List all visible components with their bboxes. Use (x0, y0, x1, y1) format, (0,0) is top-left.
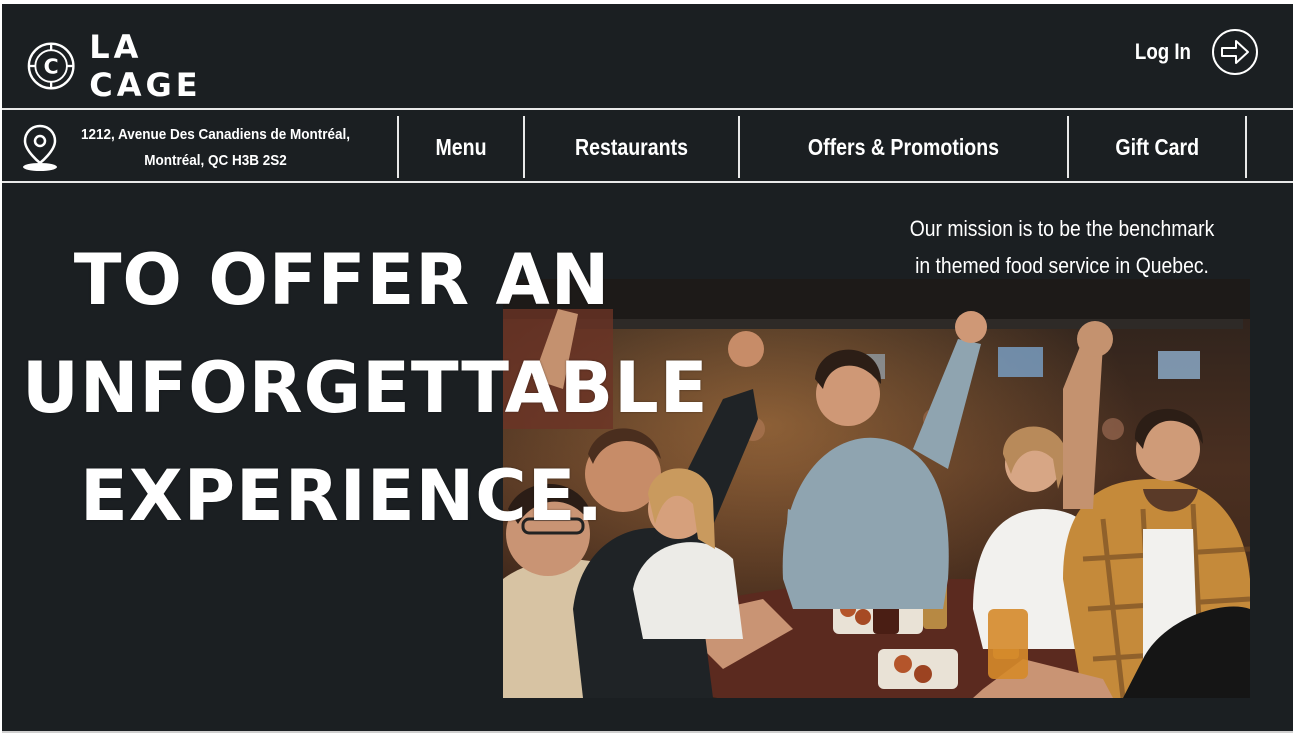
brand-logo[interactable]: C LA CAGE (27, 28, 257, 104)
mission-line-1: Our mission is to be the benchmark (909, 216, 1215, 241)
hero-headline-line-2: UNFORGETTABLE (22, 347, 709, 429)
address-line-2: Montréal, QC H3B 2S2 (144, 152, 287, 169)
hero-headline-line-1: TO OFFER AN (73, 239, 611, 321)
nav-item-offers-label: Offers & Promotions (807, 133, 1000, 160)
nav-item-menu[interactable]: Menu (399, 114, 523, 180)
nav-item-restaurants[interactable]: Restaurants (525, 114, 738, 180)
nav-item-gift-card-label: Gift Card (1115, 133, 1199, 160)
brand-name: LA CAGE (89, 28, 202, 104)
nav-item-restaurants-label: Restaurants (575, 133, 688, 160)
nav-item-offers[interactable]: Offers & Promotions (740, 114, 1067, 180)
nav-item-menu-label: Menu (435, 133, 487, 160)
bottom-divider (2, 731, 1293, 733)
hero-headline-line-3: EXPERIENCE. (79, 455, 605, 537)
logo-letter: C (44, 54, 59, 78)
map-pin-icon (23, 124, 57, 171)
page-frame: C LA CAGE Log In 1212, Avenue Des Canadi… (2, 4, 1293, 733)
login-label: Log In (1134, 39, 1191, 64)
logo-emblem-icon: C (27, 42, 75, 90)
nav-divider (1245, 116, 1247, 178)
mission-statement: Our mission is to be the benchmark in th… (895, 210, 1229, 284)
nav-bottom-divider (2, 181, 1293, 183)
address-text: 1212, Avenue Des Canadiens de Montréal, … (76, 122, 355, 174)
login-button[interactable]: Log In (1125, 28, 1259, 76)
hero-headline: TO OFFER AN UNFORGETTABLE EXPERIENCE. (22, 226, 709, 550)
nav-item-gift-card[interactable]: Gift Card (1069, 114, 1245, 180)
restaurant-address[interactable]: 1212, Avenue Des Canadiens de Montréal, … (20, 116, 395, 180)
nav-top-divider (2, 108, 1293, 110)
address-line-1: 1212, Avenue Des Canadiens de Montréal, (80, 126, 351, 143)
arrow-right-circle-icon (1212, 29, 1258, 75)
